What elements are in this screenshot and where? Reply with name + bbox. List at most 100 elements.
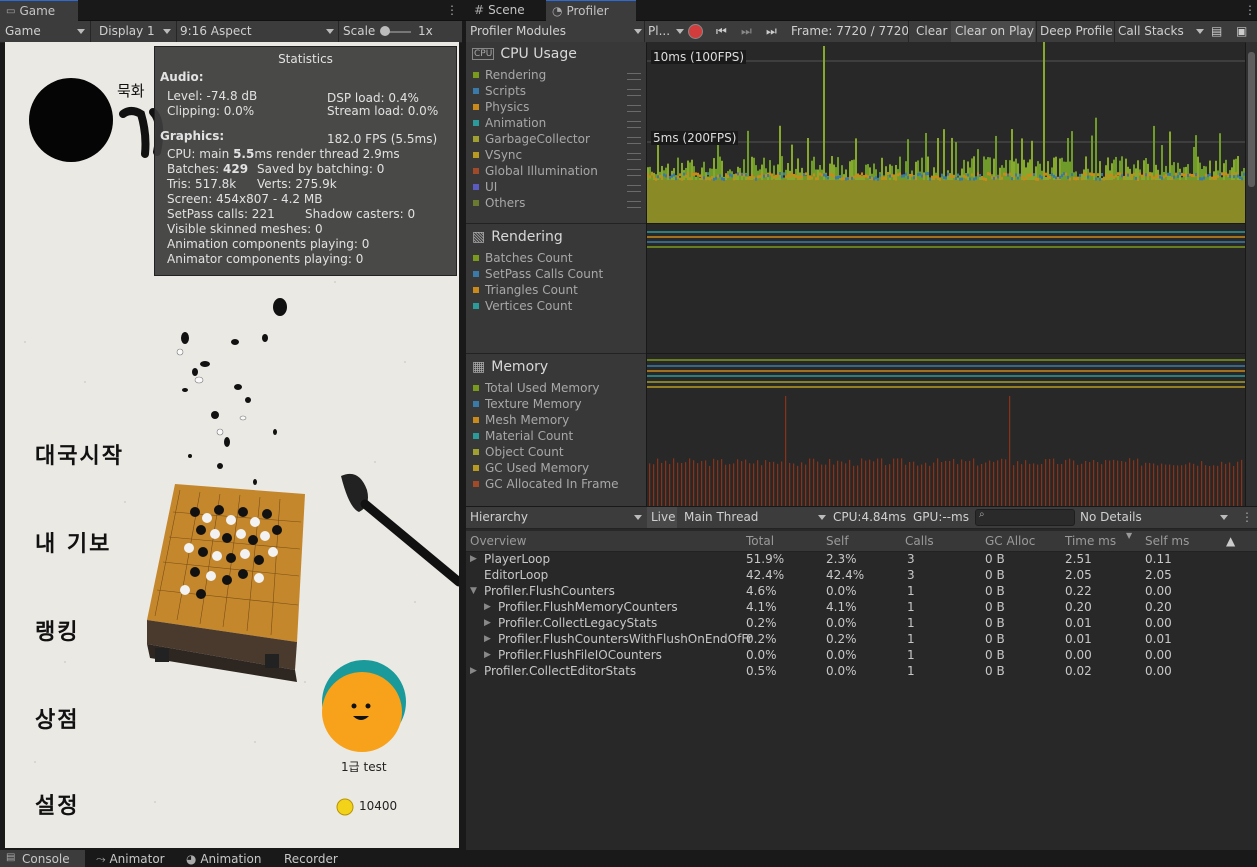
table-row[interactable]: ▶ Profiler.FlushFileIOCounters 0.0% 0.0% 1 0 …: [466, 648, 1246, 664]
legend-item-vsync[interactable]: VSync: [473, 148, 522, 162]
kebab-menu-icon[interactable]: ⋮: [1241, 510, 1253, 524]
memory-module-header[interactable]: ▦ Memory: [472, 359, 548, 375]
expand-arrow-icon[interactable]: ▶: [484, 602, 491, 612]
display-dropdown[interactable]: Display 1: [99, 21, 173, 42]
target-dropdown[interactable]: Pl...: [648, 21, 684, 42]
legend-item-others[interactable]: Others: [473, 196, 525, 210]
column-warning-icon[interactable]: ▲: [1226, 534, 1235, 548]
profiler-modules-dropdown[interactable]: Profiler Modules: [470, 21, 642, 42]
legend-item-scripts[interactable]: Scripts: [473, 84, 526, 98]
clear-button[interactable]: Clear: [916, 21, 947, 42]
menu-my-records[interactable]: 내 기보: [35, 526, 111, 558]
drag-handle-icon[interactable]: [627, 89, 641, 96]
tab-scene[interactable]: # Scene: [468, 0, 548, 21]
legend-item-batches-count[interactable]: Batches Count: [473, 251, 573, 265]
scale-slider-handle[interactable]: [380, 26, 390, 36]
cpu-usage-module-header[interactable]: CPU CPU Usage: [472, 46, 577, 62]
drag-handle-icon[interactable]: [627, 169, 641, 176]
col-calls[interactable]: Calls: [905, 534, 934, 548]
gc-alloc-bar: [1021, 464, 1023, 506]
kebab-menu-icon[interactable]: ⋮: [1244, 3, 1256, 17]
search-input[interactable]: ⌕: [975, 509, 1075, 526]
legend-item-gc-used-memory[interactable]: GC Used Memory: [473, 461, 589, 475]
next-frame-icon[interactable]: ⏭: [741, 24, 752, 39]
drag-handle-icon[interactable]: [627, 153, 641, 160]
thread-dropdown[interactable]: Main Thread: [684, 507, 828, 528]
legend-item-material-count[interactable]: Material Count: [473, 429, 573, 443]
memory-chart[interactable]: [647, 354, 1245, 506]
legend-item-animation[interactable]: Animation: [473, 116, 546, 130]
legend-item-gc-allocated-in-frame[interactable]: GC Allocated In Frame: [473, 477, 619, 491]
rendering-module-header[interactable]: ▧ Rendering: [472, 229, 563, 245]
expand-arrow-icon[interactable]: ▶: [484, 618, 491, 628]
legend-item-texture-memory[interactable]: Texture Memory: [473, 397, 582, 411]
aspect-dropdown[interactable]: 9:16 Aspect: [180, 21, 335, 42]
legend-item-object-count[interactable]: Object Count: [473, 445, 564, 459]
cpu-frame-segment: [721, 177, 723, 181]
table-row[interactable]: ▶ Profiler.CollectLegacyStats 0.2% 0.0% 1 0 B…: [466, 616, 1246, 632]
cpu-frame-segment: [807, 176, 809, 180]
col-total[interactable]: Total: [746, 534, 774, 548]
rendering-chart[interactable]: [647, 224, 1245, 353]
table-row[interactable]: ▶ PlayerLoop 51.9% 2.3% 3 0 B 2.51 0.11: [466, 552, 1246, 568]
legend-item-garbagecollector[interactable]: GarbageCollector: [473, 132, 590, 146]
drag-handle-icon[interactable]: [627, 201, 641, 208]
tab-animation[interactable]: ◕ Animation: [186, 852, 262, 866]
legend-item-global-illumination[interactable]: Global Illumination: [473, 164, 598, 178]
col-self[interactable]: Self: [826, 534, 849, 548]
save-icon[interactable]: ▣: [1236, 24, 1247, 38]
cpu-usage-chart[interactable]: 10ms (100FPS) 5ms (200FPS): [647, 36, 1245, 223]
legend-item-triangles-count[interactable]: Triangles Count: [473, 283, 578, 297]
table-row[interactable]: ▼ Profiler.FlushCounters 4.6% 0.0% 1 0 B 0.22 0…: [466, 584, 1246, 600]
expand-arrow-icon[interactable]: ▶: [484, 634, 491, 644]
drag-handle-icon[interactable]: [627, 185, 641, 192]
tab-profiler[interactable]: ◔ Profiler: [546, 0, 636, 22]
col-self-ms[interactable]: Self ms: [1145, 534, 1189, 548]
call-stacks-dropdown[interactable]: Call Stacks: [1118, 21, 1204, 42]
legend-item-ui[interactable]: UI: [473, 180, 497, 194]
col-overview[interactable]: Overview: [470, 534, 527, 548]
legend-item-setpass-calls-count[interactable]: SetPass Calls Count: [473, 267, 603, 281]
table-row[interactable]: ▶ Profiler.FlushCountersWithFlushOnEndOfF…: [466, 632, 1246, 648]
menu-settings[interactable]: 설정: [35, 788, 79, 820]
expand-arrow-icon[interactable]: ▶: [484, 650, 491, 660]
legend-item-mesh-memory[interactable]: Mesh Memory: [473, 413, 569, 427]
col-gc-alloc[interactable]: GC Alloc: [985, 534, 1035, 548]
drag-handle-icon[interactable]: [627, 105, 641, 112]
menu-start-game[interactable]: 대국시작: [35, 438, 124, 470]
scrollbar-thumb[interactable]: [1248, 52, 1255, 187]
clear-on-play-button[interactable]: Clear on Play: [955, 21, 1034, 42]
table-row[interactable]: EditorLoop 42.4% 42.4% 3 0 B 2.05 2.05: [466, 568, 1246, 584]
load-icon[interactable]: ▤: [1211, 24, 1222, 38]
last-frame-icon[interactable]: ⏭: [766, 24, 777, 39]
avatar[interactable]: [322, 660, 406, 744]
table-row[interactable]: ▶ Profiler.FlushMemoryCounters 4.1% 4.1% 1 0 …: [466, 600, 1246, 616]
live-button[interactable]: Live: [651, 507, 676, 528]
module-scrollbar[interactable]: [1246, 42, 1257, 506]
drag-handle-icon[interactable]: [627, 121, 641, 128]
col-time-ms[interactable]: Time ms: [1065, 534, 1116, 548]
drag-handle-icon[interactable]: [627, 73, 641, 80]
legend-item-physics[interactable]: Physics: [473, 100, 529, 114]
record-icon[interactable]: [688, 24, 703, 39]
tab-recorder[interactable]: Recorder: [284, 852, 338, 866]
legend-item-rendering[interactable]: Rendering: [473, 68, 546, 82]
legend-item-total-used-memory[interactable]: Total Used Memory: [473, 381, 600, 395]
deep-profile-button[interactable]: Deep Profile: [1040, 21, 1113, 42]
legend-item-vertices-count[interactable]: Vertices Count: [473, 299, 572, 313]
expand-arrow-icon[interactable]: ▶: [470, 666, 477, 676]
game-mode-dropdown[interactable]: Game: [5, 21, 87, 42]
menu-shop[interactable]: 상점: [35, 702, 79, 734]
view-dropdown[interactable]: Hierarchy: [470, 507, 642, 528]
expand-arrow-icon[interactable]: ▼: [470, 586, 477, 596]
table-row[interactable]: ▶ Profiler.CollectEditorStats 0.5% 0.0% 1 0 B…: [466, 664, 1246, 680]
menu-ranking[interactable]: 랭킹: [35, 614, 79, 646]
kebab-menu-icon[interactable]: ⋮: [446, 3, 458, 17]
tab-console[interactable]: ▤ Console: [0, 850, 85, 867]
expand-arrow-icon[interactable]: ▶: [470, 554, 477, 564]
tab-animator[interactable]: ⤳ Animator: [96, 852, 165, 867]
first-frame-icon[interactable]: ⏮: [716, 24, 727, 39]
tab-game[interactable]: ▭ Game: [0, 0, 78, 22]
details-dropdown[interactable]: No Details: [1080, 507, 1228, 528]
drag-handle-icon[interactable]: [627, 137, 641, 144]
